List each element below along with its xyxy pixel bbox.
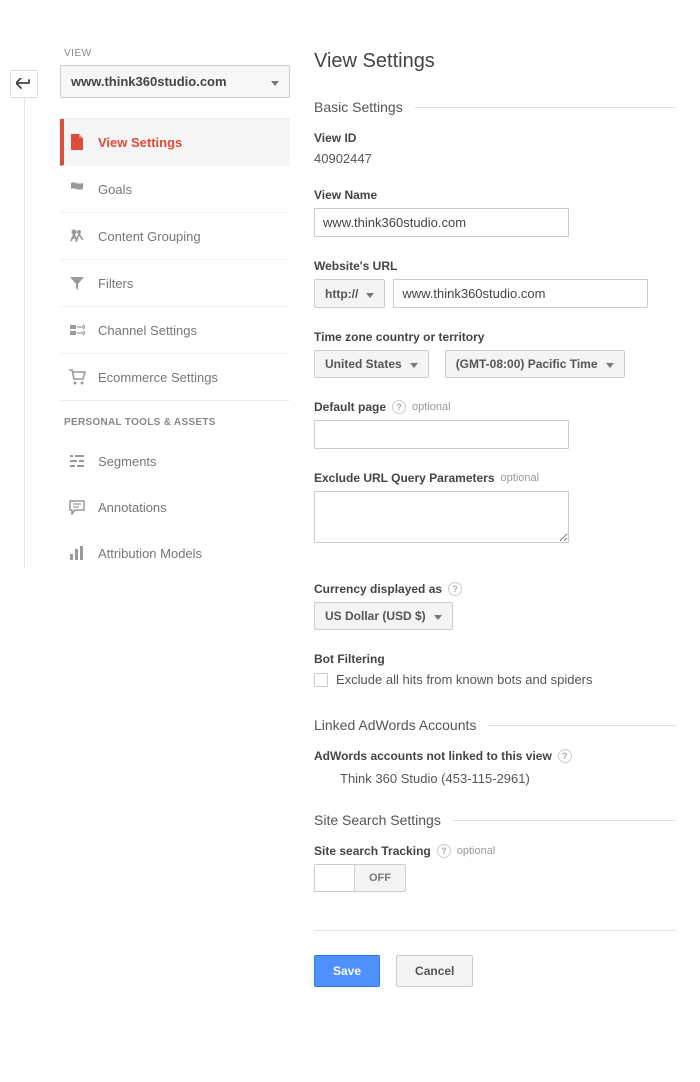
nav-personal: Segments Annotations Attribution Models — [60, 438, 290, 576]
nav-filters[interactable]: Filters — [60, 260, 290, 307]
back-arrow-icon — [16, 78, 32, 90]
nav-view: View Settings Goals Content Grouping Fil… — [60, 118, 290, 401]
caret-down-icon — [434, 609, 442, 623]
nav-content-grouping[interactable]: Content Grouping — [60, 213, 290, 260]
adwords-account: Think 360 Studio (453-115-2961) — [314, 771, 676, 786]
timezone-country-value: United States — [325, 357, 402, 371]
main-content: View Settings Basic Settings View ID 409… — [290, 0, 700, 1027]
nav-label: Annotations — [98, 500, 167, 515]
linked-adwords-header: Linked AdWords Accounts — [314, 717, 476, 733]
save-button[interactable]: Save — [314, 955, 380, 987]
site-search-toggle[interactable]: OFF — [314, 864, 406, 892]
nav-label: Content Grouping — [98, 229, 201, 244]
view-scope-label: VIEW — [60, 48, 290, 59]
caret-down-icon — [410, 357, 418, 371]
bot-filter-checkbox-label: Exclude all hits from known bots and spi… — [336, 672, 593, 687]
currency-select[interactable]: US Dollar (USD $) — [314, 602, 453, 630]
nav-label: Segments — [98, 454, 157, 469]
divider — [314, 930, 676, 931]
segments-icon — [68, 452, 86, 470]
view-id-label: View ID — [314, 131, 676, 145]
basic-settings-header: Basic Settings — [314, 99, 403, 115]
sidebar: VIEW www.think360studio.com View Setting… — [60, 0, 290, 1027]
timezone-offset-select[interactable]: (GMT-08:00) Pacific Time — [445, 350, 625, 378]
nav-segments[interactable]: Segments — [60, 438, 290, 484]
caret-down-icon — [271, 74, 279, 89]
toggle-state: OFF — [355, 865, 405, 891]
protocol-value: http:// — [325, 287, 358, 301]
nav-label: View Settings — [98, 135, 182, 150]
caret-down-icon — [606, 357, 614, 371]
nav-label: Filters — [98, 276, 133, 291]
toggle-knob — [315, 865, 355, 891]
personal-tools-header: PERSONAL TOOLS & ASSETS — [60, 401, 290, 438]
document-icon — [68, 133, 86, 151]
nav-attribution-models[interactable]: Attribution Models — [60, 530, 290, 576]
help-icon[interactable]: ? — [392, 400, 406, 414]
flag-icon — [68, 180, 86, 198]
nav-annotations[interactable]: Annotations — [60, 484, 290, 530]
nav-channel-settings[interactable]: Channel Settings — [60, 307, 290, 354]
timezone-country-select[interactable]: United States — [314, 350, 429, 378]
exclude-params-input[interactable] — [314, 491, 569, 543]
chat-icon — [68, 498, 86, 516]
adwords-not-linked-label: AdWords accounts not linked to this view — [314, 749, 552, 763]
timezone-label: Time zone country or territory — [314, 330, 676, 344]
nav-label: Channel Settings — [98, 323, 197, 338]
back-button[interactable] — [10, 70, 38, 98]
nav-label: Attribution Models — [98, 546, 202, 561]
bars-icon — [68, 544, 86, 562]
bot-filtering-header: Bot Filtering — [314, 652, 676, 666]
nav-goals[interactable]: Goals — [60, 166, 290, 213]
view-select-value: www.think360studio.com — [71, 74, 227, 89]
site-search-tracking-label: Site search Tracking — [314, 844, 431, 858]
divider — [453, 820, 676, 821]
help-icon[interactable]: ? — [448, 582, 462, 596]
divider — [488, 725, 676, 726]
view-name-label: View Name — [314, 188, 676, 202]
view-select-dropdown[interactable]: www.think360studio.com — [60, 65, 290, 98]
cancel-button[interactable]: Cancel — [396, 955, 473, 987]
nav-ecommerce-settings[interactable]: Ecommerce Settings — [60, 354, 290, 400]
cart-icon — [68, 368, 86, 386]
default-page-input[interactable] — [314, 420, 569, 449]
channel-icon — [68, 321, 86, 339]
optional-label: optional — [412, 401, 451, 413]
nav-label: Ecommerce Settings — [98, 370, 218, 385]
help-icon[interactable]: ? — [558, 749, 572, 763]
bot-filter-checkbox[interactable] — [314, 673, 328, 687]
currency-label: Currency displayed as — [314, 582, 442, 596]
timezone-offset-value: (GMT-08:00) Pacific Time — [456, 357, 598, 371]
website-url-label: Website's URL — [314, 259, 676, 273]
page-title: View Settings — [314, 50, 676, 73]
view-id-value: 40902447 — [314, 151, 676, 166]
divider — [415, 107, 676, 108]
grouping-icon — [68, 227, 86, 245]
help-icon[interactable]: ? — [437, 844, 451, 858]
optional-label: optional — [457, 845, 496, 857]
optional-label: optional — [501, 472, 540, 484]
view-name-input[interactable] — [314, 208, 569, 237]
funnel-icon — [68, 274, 86, 292]
protocol-select[interactable]: http:// — [314, 279, 385, 308]
website-url-input[interactable] — [393, 279, 648, 308]
default-page-label: Default page — [314, 400, 386, 414]
exclude-params-label: Exclude URL Query Parameters — [314, 471, 495, 485]
divider-line — [24, 98, 25, 568]
caret-down-icon — [366, 287, 374, 301]
nav-view-settings[interactable]: View Settings — [60, 119, 290, 166]
site-search-header: Site Search Settings — [314, 812, 441, 828]
nav-label: Goals — [98, 182, 132, 197]
currency-value: US Dollar (USD $) — [325, 609, 426, 623]
